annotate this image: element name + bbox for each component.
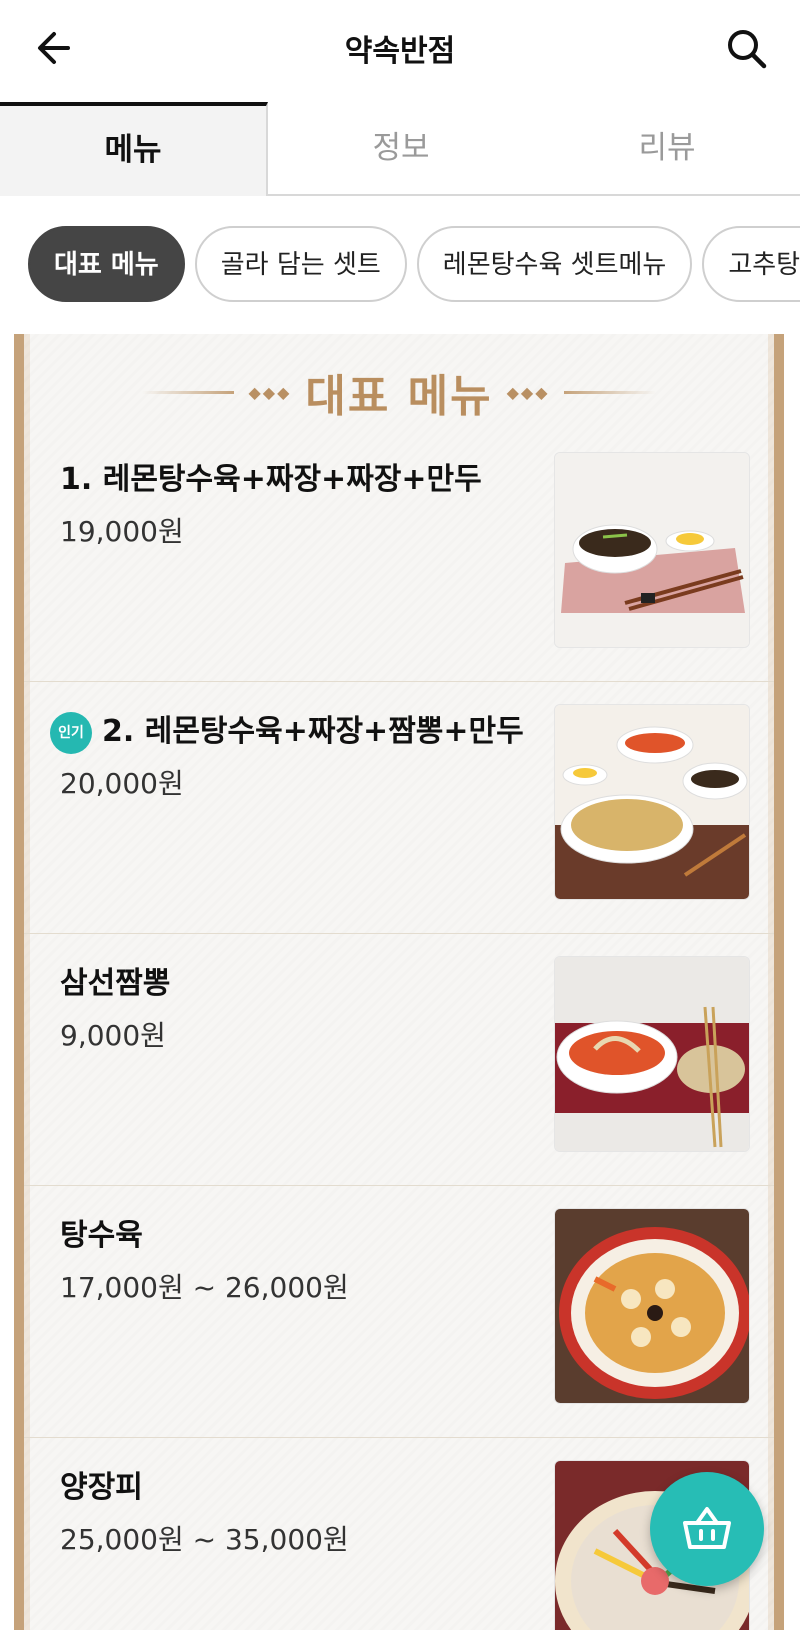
- search-button[interactable]: [722, 24, 772, 74]
- menu-item-name: 탕수육: [60, 1218, 143, 1253]
- tab-info[interactable]: 정보: [268, 102, 534, 196]
- tab-reviews[interactable]: 리뷰: [534, 102, 800, 196]
- menu-item[interactable]: 인기 2. 레몬탕수육+짜장+짬뽕+만두 20,000원: [24, 682, 774, 934]
- board-heading: ◆◆◆ 대표 메뉴 ◆◆◆: [24, 362, 774, 422]
- menu-board: ◆◆◆ 대표 메뉴 ◆◆◆ 1. 레몬탕수육+짜장+짜장+만두 19,000원: [14, 334, 784, 1630]
- chip-pick-set[interactable]: 골라 담는 셋트: [194, 226, 407, 302]
- tab-bar: 메뉴 정보 리뷰: [0, 102, 800, 196]
- menu-item-name: 삼선짬뽕: [60, 966, 171, 1001]
- menu-item-price: 9,000원: [60, 1019, 166, 1052]
- menu-item[interactable]: 삼선짬뽕 9,000원: [24, 934, 774, 1186]
- divider: [142, 390, 235, 394]
- popular-badge: 인기: [50, 711, 92, 754]
- diamond-ornament-icon: ◆◆◆: [248, 382, 292, 402]
- basket-icon: [683, 1507, 731, 1549]
- menu-item-name: 양장피: [60, 1470, 143, 1505]
- menu-item-name: 인기 2. 레몬탕수육+짜장+짬뽕+만두: [50, 706, 524, 754]
- category-chips: 대표 메뉴 골라 담는 셋트 레몬탕수육 셋트메뉴 고추탕수: [28, 226, 800, 304]
- divider: [563, 390, 656, 394]
- chip-pepper-tangsuyuk[interactable]: 고추탕수: [702, 226, 800, 302]
- search-icon: [728, 30, 767, 69]
- menu-item-name-text: 2. 레몬탕수육+짜장+짬뽕+만두: [102, 714, 524, 749]
- diamond-ornament-icon: ◆◆◆: [506, 382, 550, 402]
- jjambbong-photo: [554, 956, 750, 1152]
- page-title: 약속반점: [344, 34, 456, 69]
- menu-item-price: 20,000원: [60, 767, 184, 800]
- tangsuyuk-photo: [554, 1208, 750, 1404]
- tangsuyuk-set-photo: [554, 704, 750, 900]
- jajang-set-photo: [554, 452, 750, 648]
- menu-item[interactable]: 탕수육 17,000원 ~ 26,000원: [24, 1186, 774, 1438]
- chip-lemon-tangsuyuk-set[interactable]: 레몬탕수육 셋트메뉴: [416, 226, 693, 302]
- menu-item-price: 17,000원 ~ 26,000원: [60, 1271, 349, 1304]
- board-title: 대표 메뉴: [305, 371, 493, 422]
- menu-item-price: 25,000원 ~ 35,000원: [60, 1523, 349, 1556]
- tab-menu[interactable]: 메뉴: [0, 102, 268, 196]
- app-header: 약속반점: [0, 0, 800, 100]
- menu-item-price: 19,000원: [60, 515, 184, 548]
- cart-button[interactable]: [650, 1472, 764, 1586]
- menu-item[interactable]: 1. 레몬탕수육+짜장+짜장+만두 19,000원: [24, 430, 774, 682]
- chip-signature-menu[interactable]: 대표 메뉴: [28, 226, 185, 302]
- menu-item-name: 1. 레몬탕수육+짜장+짜장+만두: [60, 462, 482, 497]
